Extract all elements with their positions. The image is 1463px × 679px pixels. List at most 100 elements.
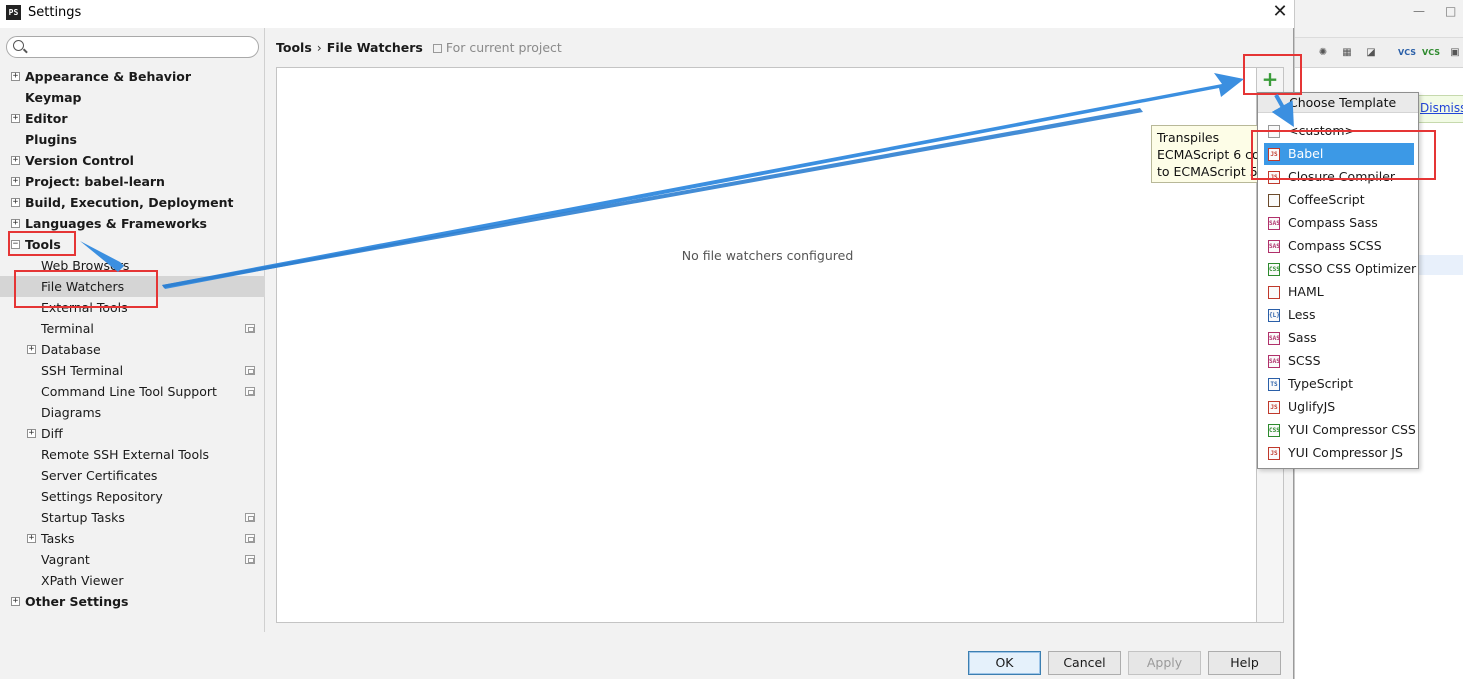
- template-item-label: Babel: [1288, 146, 1324, 161]
- template-item-scss[interactable]: SASS SCSS: [1264, 350, 1414, 372]
- sidebar-item-editor[interactable]: + Editor: [0, 108, 265, 129]
- help-button[interactable]: Help: [1208, 651, 1281, 675]
- title-bar: PS Settings ✕: [0, 0, 1294, 28]
- vcs-update-icon[interactable]: VCS: [1397, 43, 1417, 63]
- expand-icon[interactable]: +: [11, 597, 20, 606]
- dismiss-link[interactable]: Dismiss: [1420, 101, 1463, 115]
- sidebar-item-label: Terminal: [41, 321, 94, 336]
- sidebar-item-terminal[interactable]: Terminal: [0, 318, 265, 339]
- sidebar-item-web-browsers[interactable]: Web Browsers: [0, 255, 265, 276]
- template-item-label: HAML: [1288, 284, 1324, 299]
- template-item-less[interactable]: {L} Less: [1264, 304, 1414, 326]
- sidebar-item-label: Other Settings: [25, 594, 129, 609]
- sidebar-item-external-tools[interactable]: External Tools: [0, 297, 265, 318]
- sidebar-item-xpath-viewer[interactable]: XPath Viewer: [0, 570, 265, 591]
- css-file-icon: CSS: [1268, 424, 1280, 437]
- sidebar-item-tools[interactable]: − Tools: [0, 234, 265, 255]
- coverage-icon[interactable]: ▦: [1337, 43, 1357, 63]
- template-item-label: CoffeeScript: [1288, 192, 1365, 207]
- maximize-icon[interactable]: □: [1445, 4, 1456, 18]
- template-item-yui-compressor-js[interactable]: JS YUI Compressor JS: [1264, 442, 1414, 464]
- sidebar-item-remote-ssh-external-tools[interactable]: Remote SSH External Tools: [0, 444, 265, 465]
- template-item-label: <custom>: [1288, 123, 1355, 138]
- template-item-compass-scss[interactable]: SASS Compass SCSS: [1264, 235, 1414, 257]
- template-item-typescript[interactable]: TS TypeScript: [1264, 373, 1414, 395]
- js-file-icon: JS: [1268, 401, 1280, 414]
- sidebar-item-startup-tasks[interactable]: Startup Tasks: [0, 507, 265, 528]
- ide-selected-row: [1415, 255, 1463, 275]
- template-item-custom[interactable]: <custom>: [1264, 120, 1414, 142]
- template-item-uglifyjs[interactable]: JS UglifyJS: [1264, 396, 1414, 418]
- js-file-icon: JS: [1268, 447, 1280, 460]
- css-file-icon: CSS: [1268, 263, 1280, 276]
- expand-icon[interactable]: +: [11, 156, 20, 165]
- sidebar-item-label: Startup Tasks: [41, 510, 125, 525]
- sidebar-item-label: Tasks: [41, 531, 75, 546]
- settings-dialog: PS Settings ✕ + Appearance & Behavior Keym…: [0, 0, 1294, 679]
- expand-icon[interactable]: +: [27, 429, 36, 438]
- expand-icon[interactable]: +: [27, 534, 36, 543]
- template-item-closure-compiler[interactable]: JS Closure Compiler: [1264, 166, 1414, 188]
- template-item-babel[interactable]: JS Babel: [1264, 143, 1414, 165]
- sidebar-item-file-watchers[interactable]: File Watchers: [0, 276, 265, 297]
- breadcrumb-separator: ›: [316, 40, 322, 55]
- file-watchers-list[interactable]: No file watchers configured: [276, 67, 1257, 623]
- sidebar-item-diagrams[interactable]: Diagrams: [0, 402, 265, 423]
- template-item-coffeescript[interactable]: CoffeeScript: [1264, 189, 1414, 211]
- expand-icon[interactable]: +: [11, 114, 20, 123]
- expand-icon[interactable]: +: [11, 198, 20, 207]
- template-item-csso-css-optimizer[interactable]: CSS CSSO CSS Optimizer: [1264, 258, 1416, 280]
- expand-icon[interactable]: +: [27, 345, 36, 354]
- popup-title: Choose Template: [1289, 95, 1397, 110]
- expand-icon[interactable]: +: [11, 72, 20, 81]
- expand-icon[interactable]: +: [11, 219, 20, 228]
- sidebar-item-ssh-terminal[interactable]: SSH Terminal: [0, 360, 265, 381]
- template-item-yui-compressor-css[interactable]: CSS YUI Compressor CSS: [1264, 419, 1416, 441]
- sidebar-item-build-execution-deployment[interactable]: + Build, Execution, Deployment: [0, 192, 265, 213]
- ok-button[interactable]: OK: [968, 651, 1041, 675]
- expand-icon[interactable]: +: [11, 177, 20, 186]
- sidebar-item-project-babel-learn[interactable]: + Project: babel-learn: [0, 171, 265, 192]
- close-icon[interactable]: ✕: [1270, 2, 1290, 22]
- sidebar-item-languages-frameworks[interactable]: + Languages & Frameworks: [0, 213, 265, 234]
- template-item-label: Compass Sass: [1288, 215, 1378, 230]
- sidebar-item-keymap[interactable]: Keymap: [0, 87, 265, 108]
- sidebar-item-label: Settings Repository: [41, 489, 163, 504]
- sidebar-item-tasks[interactable]: + Tasks: [0, 528, 265, 549]
- template-item-sass[interactable]: SASS Sass: [1264, 327, 1414, 349]
- template-item-label: Sass: [1288, 330, 1317, 345]
- cancel-button[interactable]: Cancel: [1048, 651, 1121, 675]
- sidebar-item-label: Diff: [41, 426, 63, 441]
- ide-toolbar: ✺ ▦ ◪ VCS VCS ▣: [1295, 38, 1463, 68]
- js-file-icon: JS: [1268, 171, 1280, 184]
- template-item-label: Closure Compiler: [1288, 169, 1396, 184]
- sidebar-item-diff[interactable]: + Diff: [0, 423, 265, 444]
- settings-search[interactable]: [6, 36, 259, 58]
- sidebar-item-vagrant[interactable]: Vagrant: [0, 549, 265, 570]
- history-icon[interactable]: ▣: [1445, 43, 1463, 63]
- ts-file-icon: TS: [1268, 378, 1280, 391]
- sidebar-item-label: Diagrams: [41, 405, 102, 420]
- sidebar-item-label: Remote SSH External Tools: [41, 447, 210, 462]
- sidebar-item-other-settings[interactable]: + Other Settings: [0, 591, 265, 612]
- sidebar-item-database[interactable]: + Database: [0, 339, 265, 360]
- sidebar-item-settings-repository[interactable]: Settings Repository: [0, 486, 265, 507]
- stop-icon[interactable]: ◪: [1361, 43, 1381, 63]
- search-input[interactable]: [29, 39, 254, 55]
- vcs-commit-icon[interactable]: VCS: [1421, 43, 1441, 63]
- sidebar-item-appearance-behavior[interactable]: + Appearance & Behavior: [0, 66, 265, 87]
- template-item-compass-sass[interactable]: SASS Compass Sass: [1264, 212, 1414, 234]
- sidebar-item-command-line-tool-support[interactable]: Command Line Tool Support: [0, 381, 265, 402]
- minimize-icon[interactable]: —: [1413, 4, 1425, 18]
- sidebar-item-server-certificates[interactable]: Server Certificates: [0, 465, 265, 486]
- sidebar-item-version-control[interactable]: + Version Control: [0, 150, 265, 171]
- template-item-haml[interactable]: HAML: [1264, 281, 1414, 303]
- apply-button[interactable]: Apply: [1128, 651, 1201, 675]
- ide-notification: Dismiss: [1415, 95, 1463, 123]
- sidebar-item-plugins[interactable]: Plugins: [0, 129, 265, 150]
- window-title: Settings: [28, 5, 82, 20]
- collapse-icon[interactable]: −: [11, 240, 20, 249]
- debug-icon[interactable]: ✺: [1313, 43, 1333, 63]
- sidebar-item-label: SSH Terminal: [41, 363, 124, 378]
- add-watcher-icon[interactable]: +: [1259, 69, 1281, 91]
